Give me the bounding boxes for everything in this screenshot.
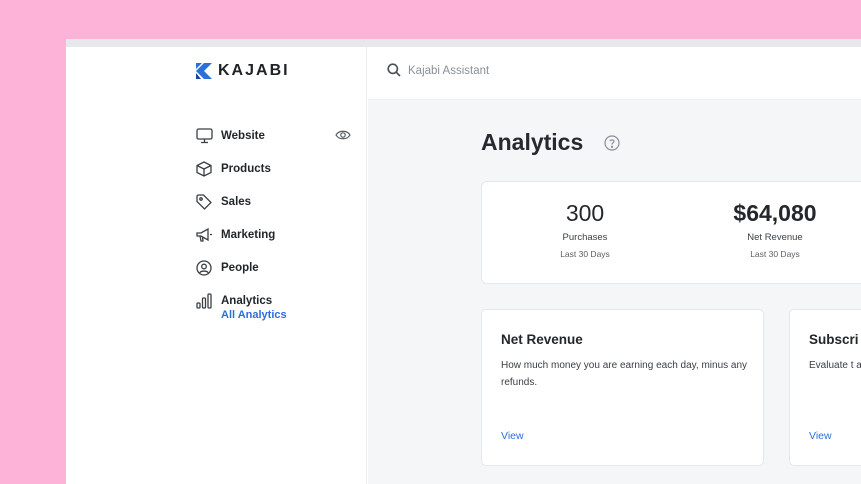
- stat-net-revenue: $64,080 Net Revenue Last 30 Days: [680, 200, 861, 259]
- sidebar-item-label: Analytics: [221, 294, 273, 307]
- stat-value: 300: [565, 200, 605, 226]
- search-input[interactable]: [408, 62, 658, 80]
- view-link[interactable]: View: [809, 430, 832, 442]
- subscriptions-card: Subscri Evaluate t analyzing user, and V…: [789, 309, 861, 466]
- kajabi-logo-icon: [196, 63, 212, 79]
- kajabi-logo[interactable]: KAJABI: [196, 62, 290, 80]
- person-circle-icon: [195, 259, 213, 277]
- stat-period: Last 30 Days: [750, 249, 800, 259]
- sidebar-item-sales[interactable]: Sales: [195, 185, 355, 218]
- sidebar-nav: Website Products Sales Marketing People …: [195, 119, 355, 321]
- sidebar-item-label: People: [221, 261, 259, 274]
- eye-icon[interactable]: [335, 128, 351, 142]
- search-bar: [368, 47, 861, 100]
- search-icon: [387, 63, 401, 77]
- sidebar-item-products[interactable]: Products: [195, 152, 355, 185]
- card-description: Evaluate t analyzing user, and: [809, 360, 861, 371]
- monitor-icon: [195, 127, 213, 145]
- sidebar: KAJABI Website Products Sales Marketing …: [66, 47, 367, 484]
- main-content: Analytics 300 Purchases Last 30 Days $64…: [368, 47, 861, 484]
- view-link[interactable]: View: [501, 430, 524, 442]
- stats-card: 300 Purchases Last 30 Days $64,080 Net R…: [481, 181, 861, 284]
- app-window: KAJABI Website Products Sales Marketing …: [66, 39, 861, 484]
- box-icon: [195, 160, 213, 178]
- stat-label: Net Revenue: [747, 232, 803, 243]
- card-description: How much money you are earning each day,…: [501, 360, 748, 388]
- sidebar-item-label: Website: [221, 129, 265, 142]
- stat-period: Last 30 Days: [560, 249, 610, 259]
- sidebar-item-marketing[interactable]: Marketing: [195, 218, 355, 251]
- page-title: Analytics: [481, 129, 584, 155]
- window-top-strip: [66, 39, 861, 47]
- sidebar-item-analytics[interactable]: Analytics: [195, 284, 355, 317]
- sidebar-item-label: Marketing: [221, 228, 276, 241]
- card-title: Subscri: [809, 332, 859, 347]
- net-revenue-card: Net Revenue How much money you are earni…: [481, 309, 764, 466]
- sidebar-item-people[interactable]: People: [195, 251, 355, 284]
- card-title: Net Revenue: [501, 332, 583, 347]
- sidebar-item-website[interactable]: Website: [195, 119, 355, 152]
- brand-name: KAJABI: [218, 62, 290, 79]
- sidebar-item-label: Sales: [221, 195, 252, 208]
- megaphone-icon: [195, 226, 213, 244]
- help-icon[interactable]: [604, 135, 620, 151]
- stat-value: $64,080: [733, 200, 817, 226]
- stat-label: Purchases: [562, 232, 608, 243]
- tag-icon: [195, 193, 213, 211]
- bar-chart-icon: [195, 292, 213, 310]
- sidebar-item-label: Products: [221, 162, 271, 175]
- stat-purchases: 300 Purchases Last 30 Days: [490, 200, 680, 259]
